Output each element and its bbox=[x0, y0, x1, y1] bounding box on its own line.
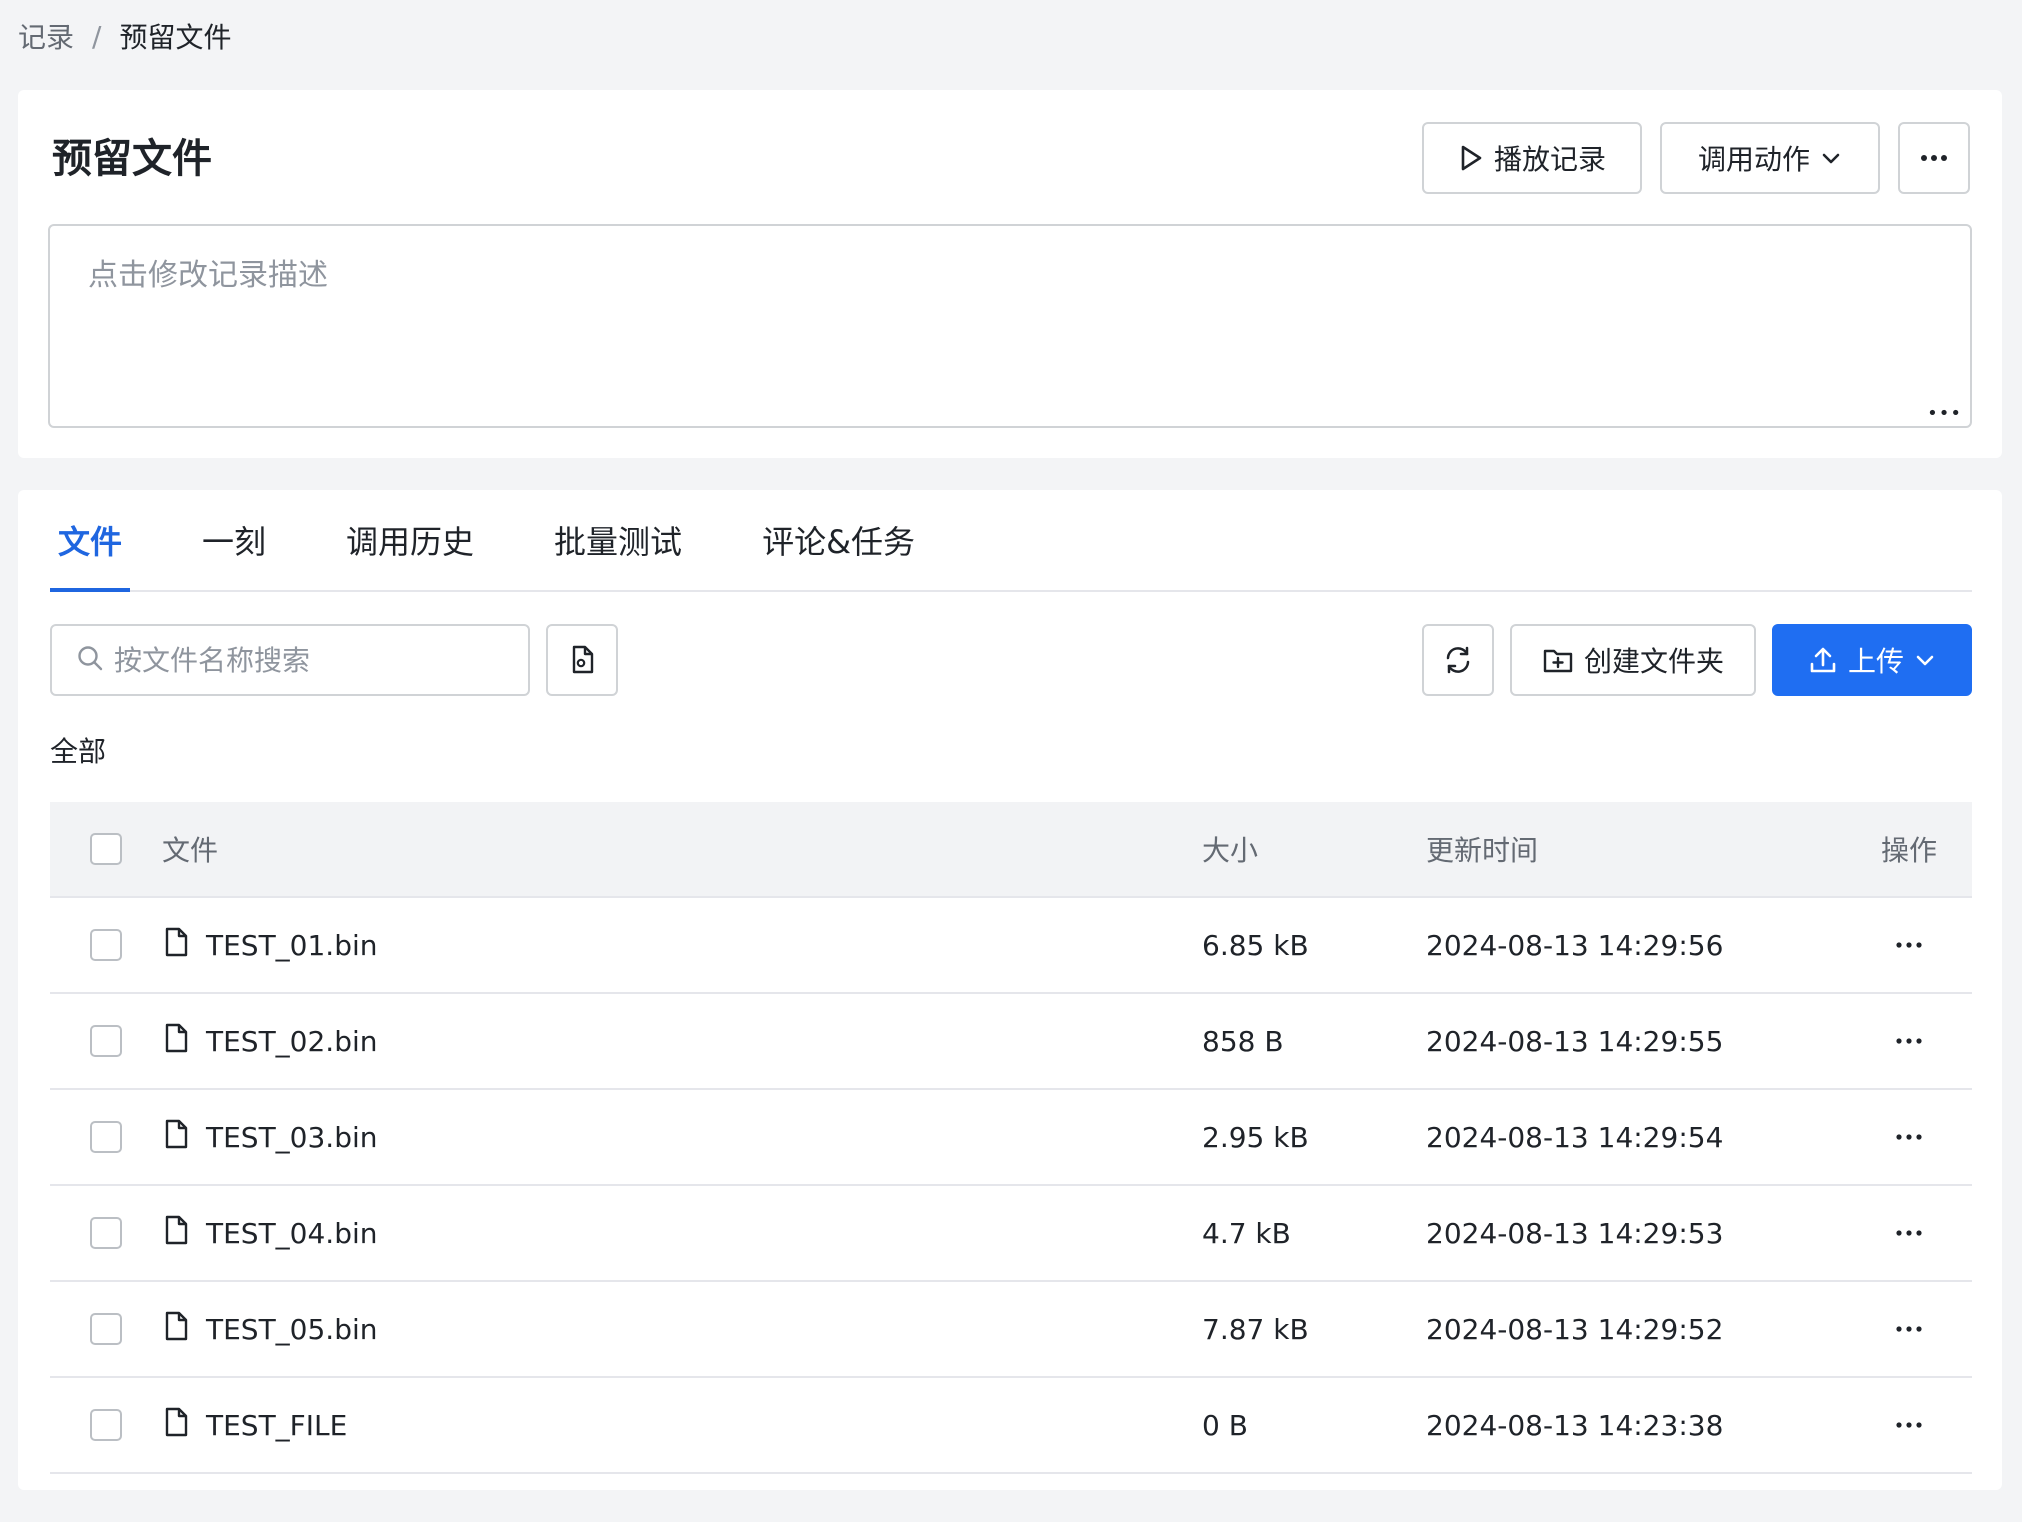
table-row[interactable]: TEST_01.bin 6.85 kB 2024-08-13 14:29:56 bbox=[50, 898, 1972, 994]
chevron-down-icon bbox=[1914, 649, 1936, 671]
record-header-card: 预留文件 播放记录 调用动作 点击修改记录描述 ••• bbox=[18, 90, 2002, 458]
file-settings-icon bbox=[567, 644, 597, 676]
upload-label: 上传 bbox=[1847, 645, 1904, 678]
tab-bar: 文件 一刻 调用历史 批量测试 评论&任务 bbox=[50, 490, 1972, 592]
call-action-button[interactable]: 调用动作 bbox=[1660, 122, 1880, 194]
files-card: 文件 一刻 调用历史 批量测试 评论&任务 按文件名称搜索 创建文件夹 上传 全… bbox=[18, 490, 2002, 1490]
record-description-input[interactable]: 点击修改记录描述 ••• bbox=[48, 224, 1972, 428]
play-icon bbox=[1458, 144, 1484, 172]
toolbar-actions: 创建文件夹 上传 bbox=[1422, 624, 1972, 696]
file-icon bbox=[162, 1118, 190, 1157]
column-header-ops: 操作 bbox=[1880, 834, 1937, 867]
file-name[interactable]: TEST_03.bin bbox=[206, 1121, 378, 1154]
upload-button[interactable]: 上传 bbox=[1772, 624, 1972, 696]
table-row[interactable]: TEST_02.bin 858 B 2024-08-13 14:29:55 bbox=[50, 994, 1972, 1090]
create-folder-button[interactable]: 创建文件夹 bbox=[1510, 624, 1756, 696]
file-size: 4.7 kB bbox=[1202, 1216, 1291, 1250]
more-horizontal-icon bbox=[1920, 154, 1948, 162]
play-record-button[interactable]: 播放记录 bbox=[1422, 122, 1642, 194]
breadcrumb: 记录 / 预留文件 bbox=[18, 16, 232, 56]
file-updated-time: 2024-08-13 14:29:55 bbox=[1426, 1024, 1724, 1058]
description-placeholder: 点击修改记录描述 bbox=[88, 258, 328, 293]
row-more-icon[interactable] bbox=[1896, 942, 1922, 948]
breadcrumb-item-current: 预留文件 bbox=[119, 21, 232, 54]
row-more-icon[interactable] bbox=[1896, 1326, 1922, 1332]
page-title: 预留文件 bbox=[52, 136, 212, 182]
file-size: 6.85 kB bbox=[1202, 928, 1309, 962]
row-more-icon[interactable] bbox=[1896, 1422, 1922, 1428]
table-row[interactable]: TEST_03.bin 2.95 kB 2024-08-13 14:29:54 bbox=[50, 1090, 1972, 1186]
more-options-button[interactable] bbox=[1898, 122, 1970, 194]
play-record-label: 播放记录 bbox=[1493, 143, 1606, 176]
file-updated-time: 2024-08-13 14:29:52 bbox=[1426, 1312, 1724, 1346]
search-box bbox=[50, 624, 530, 696]
row-checkbox[interactable] bbox=[90, 1121, 122, 1153]
file-updated-time: 2024-08-13 14:29:56 bbox=[1426, 928, 1724, 962]
file-size: 858 B bbox=[1202, 1024, 1284, 1058]
row-checkbox[interactable] bbox=[90, 1409, 122, 1441]
file-name[interactable]: TEST_FILE bbox=[206, 1409, 347, 1442]
row-more-icon[interactable] bbox=[1896, 1134, 1922, 1140]
file-icon bbox=[162, 1214, 190, 1253]
tab-batch-test[interactable]: 批量测试 bbox=[546, 490, 690, 590]
file-updated-time: 2024-08-13 14:23:38 bbox=[1426, 1408, 1724, 1442]
refresh-button[interactable] bbox=[1422, 624, 1494, 696]
column-header-time: 更新时间 bbox=[1426, 834, 1539, 867]
row-checkbox[interactable] bbox=[90, 1313, 122, 1345]
refresh-icon bbox=[1443, 645, 1473, 675]
resize-handle-icon[interactable]: ••• bbox=[1927, 403, 1962, 424]
table-row[interactable]: TEST_05.bin 7.87 kB 2024-08-13 14:29:52 bbox=[50, 1282, 1972, 1378]
row-more-icon[interactable] bbox=[1896, 1230, 1922, 1236]
file-icon bbox=[162, 1406, 190, 1445]
column-header-size: 大小 bbox=[1202, 834, 1259, 867]
search-icon bbox=[76, 644, 104, 676]
tab-comments-tasks[interactable]: 评论&任务 bbox=[754, 490, 923, 590]
file-icon bbox=[162, 1310, 190, 1349]
tab-files[interactable]: 文件 bbox=[50, 490, 131, 592]
select-all-checkbox[interactable] bbox=[90, 833, 122, 865]
column-header-name: 文件 bbox=[162, 834, 219, 867]
call-action-label: 调用动作 bbox=[1697, 143, 1810, 176]
file-icon bbox=[162, 1022, 190, 1061]
row-checkbox[interactable] bbox=[90, 1025, 122, 1057]
folder-path-all[interactable]: 全部 bbox=[50, 730, 106, 770]
upload-icon bbox=[1808, 645, 1838, 675]
file-toolbar: 创建文件夹 上传 bbox=[50, 624, 1972, 696]
file-name[interactable]: TEST_01.bin bbox=[206, 929, 378, 962]
table-header: 文件 大小 更新时间 操作 bbox=[50, 802, 1972, 898]
file-size: 0 B bbox=[1202, 1408, 1248, 1442]
file-size: 7.87 kB bbox=[1202, 1312, 1309, 1346]
file-icon bbox=[162, 926, 190, 965]
file-name[interactable]: TEST_05.bin bbox=[206, 1313, 378, 1346]
row-more-icon[interactable] bbox=[1896, 1038, 1922, 1044]
tab-call-history[interactable]: 调用历史 bbox=[338, 490, 482, 590]
breadcrumb-separator: / bbox=[92, 19, 102, 53]
row-checkbox[interactable] bbox=[90, 929, 122, 961]
search-input[interactable] bbox=[114, 643, 494, 677]
file-size: 2.95 kB bbox=[1202, 1120, 1309, 1154]
file-name[interactable]: TEST_04.bin bbox=[206, 1217, 378, 1250]
file-updated-time: 2024-08-13 14:29:53 bbox=[1426, 1216, 1724, 1250]
breadcrumb-item-records[interactable]: 记录 bbox=[18, 16, 74, 56]
table-row[interactable]: TEST_04.bin 4.7 kB 2024-08-13 14:29:53 bbox=[50, 1186, 1972, 1282]
tab-moment[interactable]: 一刻 bbox=[194, 490, 274, 590]
row-checkbox[interactable] bbox=[90, 1217, 122, 1249]
chevron-down-icon bbox=[1820, 147, 1842, 169]
file-updated-time: 2024-08-13 14:29:54 bbox=[1426, 1120, 1724, 1154]
file-filter-button[interactable] bbox=[546, 624, 618, 696]
folder-plus-icon bbox=[1542, 646, 1574, 674]
create-folder-label: 创建文件夹 bbox=[1583, 645, 1724, 678]
header-actions: 播放记录 调用动作 bbox=[1422, 122, 1970, 194]
file-table: 文件 大小 更新时间 操作 TEST_01.bin 6.85 kB 2024-0… bbox=[50, 802, 1972, 1474]
file-name[interactable]: TEST_02.bin bbox=[206, 1025, 378, 1058]
table-row[interactable]: TEST_FILE 0 B 2024-08-13 14:23:38 bbox=[50, 1378, 1972, 1474]
